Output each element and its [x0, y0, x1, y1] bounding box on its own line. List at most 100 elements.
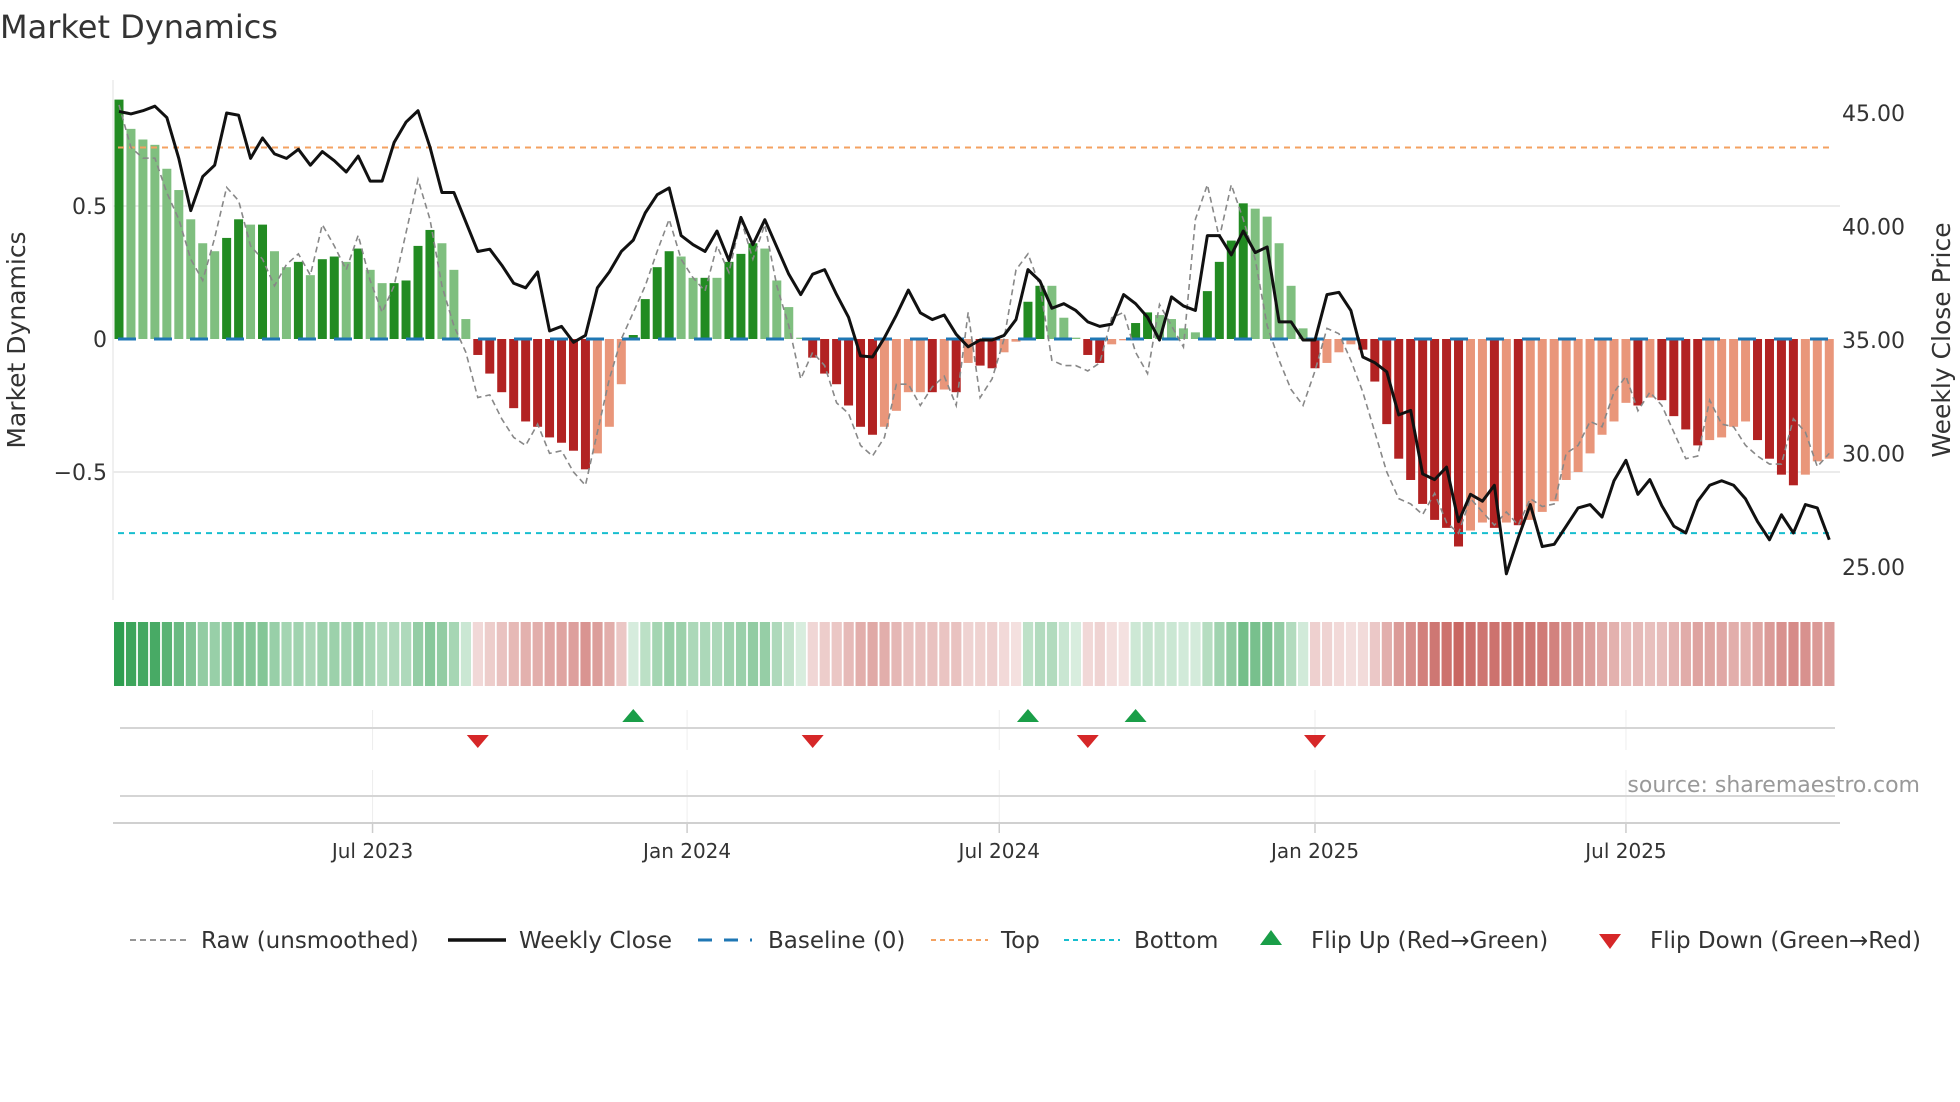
flip-up-marker	[1016, 709, 1039, 722]
dynamics-bar	[401, 280, 411, 339]
strip-cell	[807, 622, 818, 686]
dynamics-bar	[1764, 339, 1774, 459]
strip-cell	[676, 622, 687, 686]
y2-tick-label: 25.00	[1842, 556, 1905, 581]
dynamics-bar	[138, 139, 148, 339]
dynamics-bar	[1741, 339, 1751, 422]
strip-cell	[520, 622, 531, 686]
strip-cell	[688, 622, 699, 686]
strip-cell	[1740, 622, 1751, 686]
dynamics-bar	[832, 339, 842, 385]
dynamics-bar	[425, 229, 435, 339]
legend-baseline-label: Baseline (0)	[768, 928, 905, 954]
dynamics-bar	[820, 339, 830, 374]
strip-cell	[783, 622, 794, 686]
dynamics-bar	[1250, 208, 1260, 339]
dynamics-bar	[616, 339, 626, 385]
strip-cell	[1573, 622, 1584, 686]
dynamics-bar	[939, 339, 949, 390]
strip-cell	[245, 622, 256, 686]
dynamics-bar	[1513, 339, 1523, 526]
strip-cell	[1800, 622, 1811, 686]
strip-cell	[999, 622, 1010, 686]
strip-cell	[1680, 622, 1691, 686]
dynamics-bar	[1059, 317, 1069, 339]
dynamics-bar	[293, 261, 303, 339]
strip-cell	[1501, 622, 1512, 686]
strip-cell	[1561, 622, 1572, 686]
strip-cell	[185, 622, 196, 686]
strip-cell	[1381, 622, 1392, 686]
dynamics-bar	[521, 339, 531, 422]
dynamics-bar	[449, 269, 459, 339]
strip-cell	[413, 622, 424, 686]
y-axis-label: Market Dynamics	[2, 231, 31, 448]
strip-cell	[1477, 622, 1488, 686]
strip-cell	[472, 622, 483, 686]
strip-cell	[1011, 622, 1022, 686]
dynamics-bar	[1023, 301, 1033, 339]
dynamics-bar	[879, 339, 889, 427]
strip-cell	[1226, 622, 1237, 686]
strip-cell	[604, 622, 615, 686]
dynamics-bar	[664, 251, 674, 339]
dynamics-bar	[1310, 339, 1320, 369]
dynamics-bar	[389, 283, 399, 339]
dynamics-bar	[545, 339, 555, 438]
strip-cell	[1537, 622, 1548, 686]
dynamics-bar	[1083, 339, 1093, 355]
dynamics-bar	[186, 219, 196, 339]
strip-cell	[1202, 622, 1213, 686]
legend-flip-up-icon	[1260, 930, 1282, 945]
dynamics-bar	[281, 267, 291, 339]
strip-cell	[1704, 622, 1715, 686]
dynamics-bar	[150, 144, 160, 339]
dynamics-bar	[353, 248, 363, 339]
strip-cell	[1752, 622, 1763, 686]
dynamics-bar	[1238, 203, 1248, 339]
strip-cell	[712, 622, 723, 686]
strip-cell	[1441, 622, 1452, 686]
dynamics-bar	[1537, 339, 1547, 512]
dynamics-bar	[126, 128, 136, 339]
y2-axis-label: Weekly Close Price	[1927, 222, 1956, 457]
strip-cell	[496, 622, 507, 686]
strip-cell	[305, 622, 316, 686]
strip-cell	[149, 622, 161, 686]
dynamics-bar	[592, 339, 602, 454]
strip-cell	[1357, 622, 1369, 686]
raw-line	[118, 104, 1830, 535]
strip-cell	[867, 622, 878, 686]
dynamics-bar	[1035, 285, 1045, 339]
strip-cell	[735, 622, 747, 686]
strip-cell	[137, 622, 149, 686]
dynamics-bar	[1824, 339, 1834, 459]
dynamics-bar	[1286, 285, 1296, 339]
strip-cell	[1824, 622, 1835, 686]
flip-down-marker	[466, 735, 489, 748]
dynamics-bar	[604, 339, 614, 427]
strip-cell	[951, 622, 962, 686]
dynamics-bar	[736, 253, 746, 339]
chart-title: Market Dynamics	[0, 8, 278, 46]
dynamics-bar	[533, 339, 543, 427]
dynamics-bar	[1573, 339, 1583, 472]
strip-cell	[257, 622, 268, 686]
dynamics-bar	[891, 339, 901, 411]
legend-close-label: Weekly Close	[519, 928, 672, 954]
strip-cell	[1166, 622, 1177, 686]
x-tick-label: Jan 2025	[1269, 839, 1359, 863]
dynamics-bar	[1645, 339, 1655, 398]
strip-cell	[747, 622, 759, 686]
dynamics-bar	[1501, 339, 1511, 523]
strip-cell	[1597, 622, 1608, 686]
strip-cell	[173, 622, 184, 686]
x-tick-label: Jan 2024	[641, 839, 731, 863]
strip-cell	[329, 622, 340, 686]
strip-cell	[1620, 622, 1632, 686]
strip-cell	[843, 622, 854, 686]
strip-cell	[341, 622, 352, 686]
strip-cell	[1549, 622, 1560, 686]
strip-cell	[903, 622, 914, 686]
dynamics-bar	[437, 243, 447, 339]
